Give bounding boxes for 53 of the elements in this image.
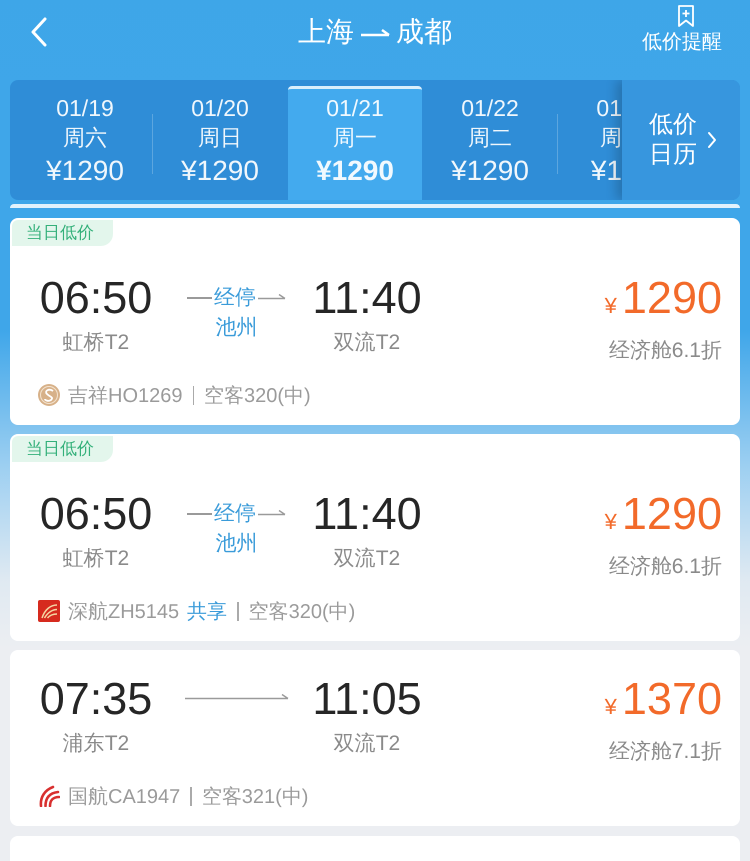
price-calendar-button[interactable]: 低价日历 xyxy=(622,80,740,200)
low-price-badge: 当日低价 xyxy=(12,220,113,246)
arrival-time: 11:05 xyxy=(311,674,423,724)
destination-city: 成都 xyxy=(396,15,452,49)
flight-card[interactable]: 当日低价 06:50 虹桥T2 经停 池州 11:40 双流T2 ¥1290 经济舱6.1折 吉祥HO1269 空客320(中) xyxy=(10,218,740,425)
low-price-badge: 当日低价 xyxy=(12,436,113,462)
route-arrow-icon xyxy=(360,28,390,36)
bookmark-plus-icon xyxy=(676,4,696,28)
flight-card[interactable]: 当日低价 06:50 虹桥T2 经停 池州 11:40 双流T2 ¥1290 经济舱6.1折 深航ZH5145 共享 空客320(中) xyxy=(10,434,740,641)
price-text: ¥1370 xyxy=(604,674,722,726)
flight-number: 深航ZH5145 xyxy=(68,600,180,624)
aircraft-type: 空客320(中) xyxy=(248,600,356,624)
departure-airport: 虹桥T2 xyxy=(62,330,130,356)
date-tab[interactable]: 01/21 周一 ¥1290 xyxy=(288,86,422,200)
departure-airport: 浦东T2 xyxy=(62,731,130,757)
date-tab[interactable]: 01/20 周日 ¥1290 xyxy=(153,86,287,200)
flight-number: 吉祥HO1269 xyxy=(68,384,182,408)
cabin-discount: 经济舱6.1折 xyxy=(608,554,722,580)
aircraft-type: 空客320(中) xyxy=(204,384,311,408)
arrow-icon xyxy=(258,508,286,516)
bird-tile-icon xyxy=(38,600,60,622)
price-text: ¥1290 xyxy=(604,489,722,541)
arrival-time: 11:40 xyxy=(311,489,423,539)
arrival-airport: 双流T2 xyxy=(332,731,402,757)
swirl-icon xyxy=(38,785,60,807)
flight-card[interactable]: 07:35 浦东T2 11:05 双流T2 ¥1370 经济舱7.1折 国航CA1947 空客321(中) xyxy=(10,650,740,826)
date-tab[interactable]: 01/19 周六 ¥1290 xyxy=(18,86,152,200)
stopover-label: 经停 xyxy=(214,501,256,527)
price-alert-button[interactable]: 低价提醒 xyxy=(642,4,722,55)
arrival-airport: 双流T2 xyxy=(332,546,402,572)
price-text: ¥1290 xyxy=(604,273,722,325)
arrow-icon xyxy=(184,693,288,700)
round-emblem-icon xyxy=(38,384,60,406)
cabin-discount: 经济舱6.1折 xyxy=(608,338,722,364)
date-tab[interactable]: 01/22 周二 ¥1290 xyxy=(423,86,557,200)
origin-city: 上海 xyxy=(298,15,354,49)
stopover-city: 池州 xyxy=(216,315,258,341)
stopover-label: 经停 xyxy=(214,285,256,311)
flight-number: 国航CA1947 xyxy=(68,784,180,810)
cabin-discount: 经济舱7.1折 xyxy=(608,739,722,765)
departure-time: 06:50 xyxy=(38,273,154,323)
arrow-icon xyxy=(258,292,286,300)
departure-time: 06:50 xyxy=(38,489,154,539)
chevron-right-icon xyxy=(707,131,717,149)
departure-airport: 虹桥T2 xyxy=(62,546,130,572)
back-icon[interactable] xyxy=(30,17,48,47)
arrival-time: 11:40 xyxy=(311,273,423,323)
departure-time: 07:35 xyxy=(38,674,154,724)
date-tab[interactable]: 01 周 ¥1 xyxy=(558,86,622,200)
arrival-airport: 双流T2 xyxy=(332,330,402,356)
codeshare-label: 共享 xyxy=(187,600,228,624)
stopover-city: 池州 xyxy=(216,531,258,557)
aircraft-type: 空客321(中) xyxy=(202,784,308,810)
